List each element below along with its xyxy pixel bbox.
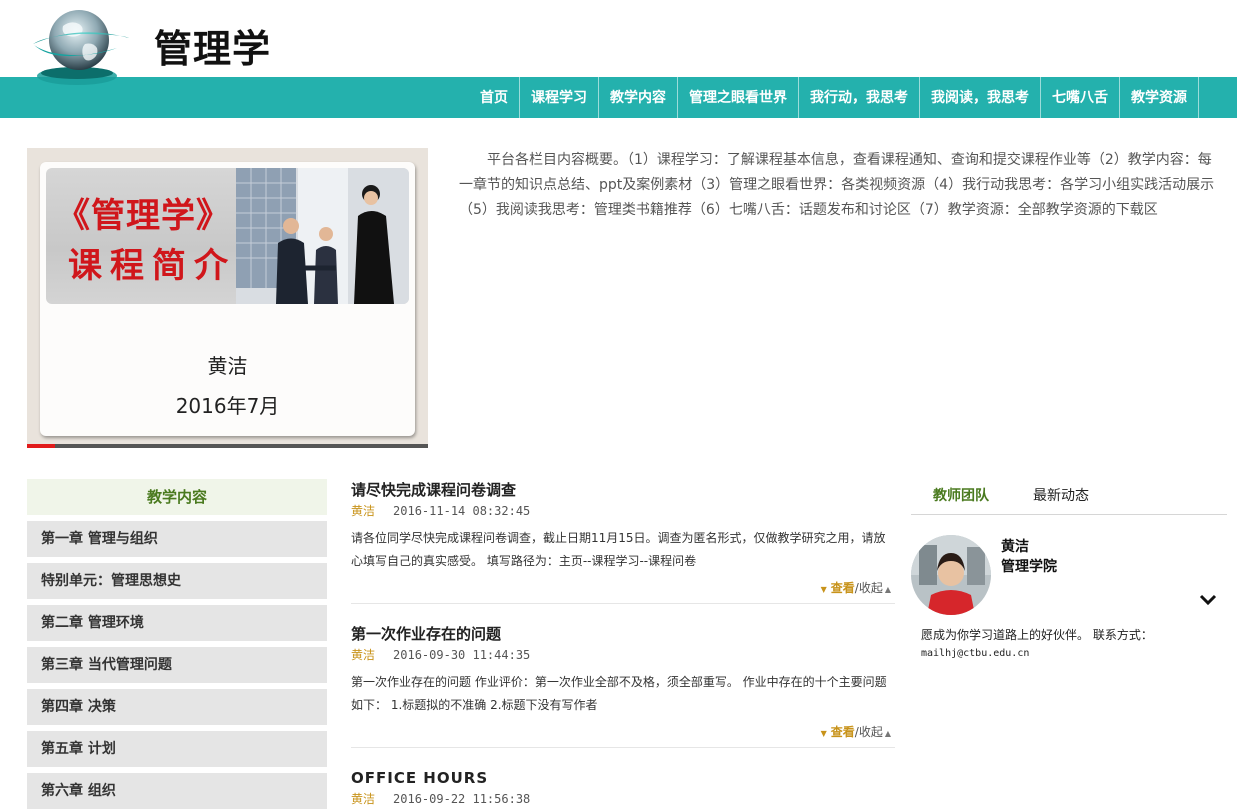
header: 管理学 <box>0 0 1237 85</box>
sidebar-title: 教学内容 <box>27 479 327 515</box>
teacher-email[interactable]: mailhj@ctbu.edu.cn <box>921 648 1029 659</box>
slide-card: 《管理学》 课程简介 黄洁 2016年7月 <box>40 162 415 436</box>
post-time: 2016-09-30 11:44:35 <box>393 648 531 662</box>
nav-item-home[interactable]: 首页 <box>468 77 520 118</box>
post-meta: 黄洁 2016-09-22 11:56:38 <box>351 789 895 809</box>
slide-date: 2016年7月 <box>175 394 280 418</box>
triangle-up-icon: ▲ <box>884 729 891 738</box>
chevron-down-icon[interactable] <box>1198 592 1218 608</box>
post-author: 黄洁 <box>351 504 376 518</box>
toggle-view-label: 查看 <box>830 581 855 595</box>
sidebar-item-chapter-4[interactable]: 第四章 决策 <box>27 689 327 725</box>
post-body: 第一次作业存在的问题 作业评价：第一次作业全部不及格，须全部重写。 作业中存在的… <box>351 675 887 712</box>
post-author: 黄洁 <box>351 648 376 662</box>
slide-banner: 《管理学》 课程简介 <box>46 168 409 304</box>
platform-intro-text: 平台各栏目内容概要。（1）课程学习：了解课程基本信息，查看课程通知、查询和提交课… <box>459 152 1215 218</box>
toggle-view-label: 查看 <box>830 725 855 739</box>
news-post: 第一次作业存在的问题 黄洁 2016-09-30 11:44:35 第一次作业存在… <box>351 624 895 748</box>
triangle-up-icon: ▲ <box>884 585 891 594</box>
nav-item-management-eye[interactable]: 管理之眼看世界 <box>678 77 799 118</box>
sidebar-item-chapter-5[interactable]: 第五章 计划 <box>27 731 327 767</box>
post-time: 2016-09-22 11:56:38 <box>393 792 531 806</box>
post-title[interactable]: 第一次作业存在的问题 <box>351 624 895 645</box>
nav-item-course-study[interactable]: 课程学习 <box>520 77 599 118</box>
sidebar-item-chapter-6[interactable]: 第六章 组织 <box>27 773 327 809</box>
nav-item-discussion[interactable]: 七嘴八舌 <box>1041 77 1120 118</box>
sidebar-item-chapter-2[interactable]: 第二章 管理环境 <box>27 605 327 641</box>
nav-item-act-think[interactable]: 我行动，我思考 <box>799 77 920 118</box>
teaching-content-sidebar: 教学内容 第一章 管理与组织 特别单元：管理思想史 第二章 管理环境 第三章 当… <box>27 479 327 812</box>
nav-item-teaching-content[interactable]: 教学内容 <box>599 77 678 118</box>
sidebar-item-chapter-3[interactable]: 第三章 当代管理问题 <box>27 647 327 683</box>
site-title: 管理学 <box>154 27 272 71</box>
nav-item-read-think[interactable]: 我阅读，我思考 <box>920 77 1041 118</box>
teacher-team-panel: 教师团队 最新动态 黄洁 管理学院 愿成为你学习道路上的好伙伴。 联系方式： m… <box>911 480 1227 659</box>
tab-teacher-team[interactable]: 教师团队 <box>911 480 1011 514</box>
post-title[interactable]: OFFICE HOURS <box>351 768 895 789</box>
teacher-description: 愿成为你学习道路上的好伙伴。 联系方式： <box>921 628 1153 642</box>
slide-author: 黄洁 <box>207 354 248 378</box>
handshake-photo <box>236 168 409 304</box>
post-meta: 黄洁 2016-09-30 11:44:35 <box>351 645 895 665</box>
slide-banner-title: 《管理学》 <box>56 196 231 236</box>
sidebar-item-chapter-1[interactable]: 第一章 管理与组织 <box>27 521 327 557</box>
post-body: 请各位同学尽快完成课程问卷调查，截止日期11月15日。调查为匿名形式，仅做教学研… <box>351 531 886 568</box>
triangle-down-icon: ▼ <box>820 585 827 594</box>
post-author: 黄洁 <box>351 792 376 806</box>
slide-progress-fill <box>27 444 56 448</box>
intro-slideshow[interactable]: 《管理学》 课程简介 黄洁 2016年7月 <box>27 148 428 448</box>
nav-item-resources[interactable]: 教学资源 <box>1120 77 1199 118</box>
news-post: OFFICE HOURS 黄洁 2016-09-22 11:56:38 <box>351 768 895 809</box>
main-nav: 首页 课程学习 教学内容 管理之眼看世界 我行动，我思考 我阅读，我思考 七嘴八… <box>0 77 1237 118</box>
triangle-down-icon: ▼ <box>820 729 827 738</box>
toggle-collapse-label: /收起 <box>854 581 883 595</box>
expand-toggle-button[interactable]: ▼ 查看/收起 ▲ <box>351 573 895 603</box>
slide-progress-bar[interactable] <box>27 444 428 448</box>
post-time: 2016-11-14 08:32:45 <box>393 504 531 518</box>
toggle-collapse-label: /收起 <box>854 725 883 739</box>
news-post: 请尽快完成课程问卷调查 黄洁 2016-11-14 08:32:45 请各位同学尽… <box>351 480 895 604</box>
slide-banner-subtitle: 课程简介 <box>68 246 236 286</box>
sidebar-item-special-unit[interactable]: 特别单元：管理思想史 <box>27 563 327 599</box>
teacher-department: 管理学院 <box>1001 559 1057 575</box>
post-title[interactable]: 请尽快完成课程问卷调查 <box>351 480 895 501</box>
globe-logo-icon[interactable] <box>25 4 135 90</box>
expand-toggle-button[interactable]: ▼ 查看/收起 ▲ <box>351 717 895 747</box>
avatar[interactable] <box>911 535 991 615</box>
post-meta: 黄洁 2016-11-14 08:32:45 <box>351 501 895 521</box>
team-tabs: 教师团队 最新动态 <box>911 480 1227 515</box>
news-list: 请尽快完成课程问卷调查 黄洁 2016-11-14 08:32:45 请各位同学尽… <box>351 480 895 812</box>
teacher-name: 黄洁 <box>1001 539 1029 555</box>
tab-latest-news[interactable]: 最新动态 <box>1011 480 1111 514</box>
